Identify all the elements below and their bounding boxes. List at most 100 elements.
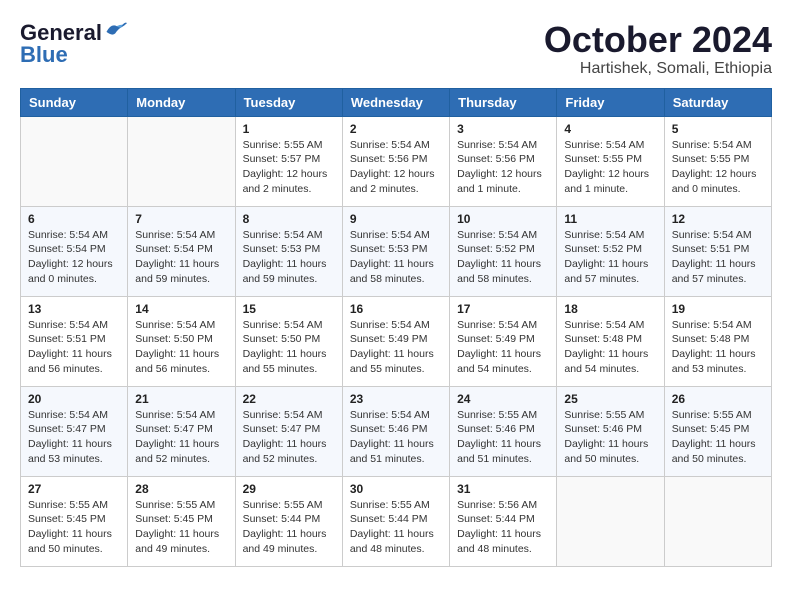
day-info: Sunrise: 5:54 AM Sunset: 5:46 PM Dayligh… <box>350 408 442 467</box>
day-number: 4 <box>564 122 656 136</box>
day-number: 1 <box>243 122 335 136</box>
week-row-5: 27 Sunrise: 5:55 AM Sunset: 5:45 PM Dayli… <box>21 476 772 566</box>
calendar-cell: 29 Sunrise: 5:55 AM Sunset: 5:44 PM Dayli… <box>235 476 342 566</box>
weekday-header-tuesday: Tuesday <box>235 88 342 116</box>
logo-blue-text: Blue <box>20 42 68 68</box>
day-number: 9 <box>350 212 442 226</box>
day-info: Sunrise: 5:54 AM Sunset: 5:48 PM Dayligh… <box>672 318 764 377</box>
day-info: Sunrise: 5:55 AM Sunset: 5:44 PM Dayligh… <box>243 498 335 557</box>
day-number: 7 <box>135 212 227 226</box>
logo: General Blue <box>20 20 127 68</box>
calendar-cell: 10 Sunrise: 5:54 AM Sunset: 5:52 PM Dayli… <box>450 206 557 296</box>
day-info: Sunrise: 5:55 AM Sunset: 5:45 PM Dayligh… <box>28 498 120 557</box>
weekday-header-row: SundayMondayTuesdayWednesdayThursdayFrid… <box>21 88 772 116</box>
calendar-cell: 13 Sunrise: 5:54 AM Sunset: 5:51 PM Dayli… <box>21 296 128 386</box>
calendar-cell: 16 Sunrise: 5:54 AM Sunset: 5:49 PM Dayli… <box>342 296 449 386</box>
calendar-cell: 11 Sunrise: 5:54 AM Sunset: 5:52 PM Dayli… <box>557 206 664 296</box>
day-number: 29 <box>243 482 335 496</box>
calendar-cell: 26 Sunrise: 5:55 AM Sunset: 5:45 PM Dayli… <box>664 386 771 476</box>
weekday-header-thursday: Thursday <box>450 88 557 116</box>
day-number: 12 <box>672 212 764 226</box>
weekday-header-saturday: Saturday <box>664 88 771 116</box>
day-info: Sunrise: 5:54 AM Sunset: 5:56 PM Dayligh… <box>457 138 549 197</box>
page-header: General Blue October 2024 Hartishek, Som… <box>20 20 772 78</box>
day-info: Sunrise: 5:54 AM Sunset: 5:47 PM Dayligh… <box>135 408 227 467</box>
calendar-cell: 18 Sunrise: 5:54 AM Sunset: 5:48 PM Dayli… <box>557 296 664 386</box>
day-number: 3 <box>457 122 549 136</box>
calendar-cell: 31 Sunrise: 5:56 AM Sunset: 5:44 PM Dayli… <box>450 476 557 566</box>
calendar-cell: 28 Sunrise: 5:55 AM Sunset: 5:45 PM Dayli… <box>128 476 235 566</box>
day-info: Sunrise: 5:54 AM Sunset: 5:52 PM Dayligh… <box>457 228 549 287</box>
day-info: Sunrise: 5:54 AM Sunset: 5:52 PM Dayligh… <box>564 228 656 287</box>
calendar-cell <box>128 116 235 206</box>
logo-bird-icon <box>105 20 127 38</box>
day-number: 11 <box>564 212 656 226</box>
day-number: 27 <box>28 482 120 496</box>
day-number: 30 <box>350 482 442 496</box>
day-number: 16 <box>350 302 442 316</box>
week-row-3: 13 Sunrise: 5:54 AM Sunset: 5:51 PM Dayli… <box>21 296 772 386</box>
day-number: 25 <box>564 392 656 406</box>
calendar-cell: 9Sunrise: 5:54 AM Sunset: 5:53 PM Daylig… <box>342 206 449 296</box>
day-info: Sunrise: 5:54 AM Sunset: 5:54 PM Dayligh… <box>135 228 227 287</box>
weekday-header-sunday: Sunday <box>21 88 128 116</box>
day-number: 8 <box>243 212 335 226</box>
day-info: Sunrise: 5:54 AM Sunset: 5:51 PM Dayligh… <box>672 228 764 287</box>
day-number: 6 <box>28 212 120 226</box>
calendar-cell: 24 Sunrise: 5:55 AM Sunset: 5:46 PM Dayli… <box>450 386 557 476</box>
weekday-header-friday: Friday <box>557 88 664 116</box>
day-info: Sunrise: 5:54 AM Sunset: 5:50 PM Dayligh… <box>243 318 335 377</box>
calendar-cell <box>664 476 771 566</box>
calendar-cell: 8 Sunrise: 5:54 AM Sunset: 5:53 PM Daylig… <box>235 206 342 296</box>
calendar-cell: 1 Sunrise: 5:55 AM Sunset: 5:57 PM Daylig… <box>235 116 342 206</box>
calendar-cell: 7 Sunrise: 5:54 AM Sunset: 5:54 PM Daylig… <box>128 206 235 296</box>
day-info: Sunrise: 5:54 AM Sunset: 5:47 PM Dayligh… <box>243 408 335 467</box>
day-info: Sunrise: 5:54 AM Sunset: 5:49 PM Dayligh… <box>350 318 442 377</box>
day-info: Sunrise: 5:54 AM Sunset: 5:49 PM Dayligh… <box>457 318 549 377</box>
day-info: Sunrise: 5:54 AM Sunset: 5:56 PM Dayligh… <box>350 138 442 197</box>
calendar-cell: 27 Sunrise: 5:55 AM Sunset: 5:45 PM Dayli… <box>21 476 128 566</box>
day-number: 23 <box>350 392 442 406</box>
calendar-cell: 22Sunrise: 5:54 AM Sunset: 5:47 PM Dayli… <box>235 386 342 476</box>
calendar-cell: 20Sunrise: 5:54 AM Sunset: 5:47 PM Dayli… <box>21 386 128 476</box>
calendar-cell: 19 Sunrise: 5:54 AM Sunset: 5:48 PM Dayli… <box>664 296 771 386</box>
day-number: 17 <box>457 302 549 316</box>
day-number: 10 <box>457 212 549 226</box>
day-number: 24 <box>457 392 549 406</box>
day-number: 31 <box>457 482 549 496</box>
day-number: 18 <box>564 302 656 316</box>
day-number: 19 <box>672 302 764 316</box>
location: Hartishek, Somali, Ethiopia <box>544 60 772 78</box>
day-number: 13 <box>28 302 120 316</box>
calendar-table: SundayMondayTuesdayWednesdayThursdayFrid… <box>20 88 772 567</box>
day-number: 26 <box>672 392 764 406</box>
calendar-cell: 23 Sunrise: 5:54 AM Sunset: 5:46 PM Dayli… <box>342 386 449 476</box>
day-number: 2 <box>350 122 442 136</box>
day-info: Sunrise: 5:55 AM Sunset: 5:45 PM Dayligh… <box>135 498 227 557</box>
day-number: 5 <box>672 122 764 136</box>
calendar-cell: 17 Sunrise: 5:54 AM Sunset: 5:49 PM Dayli… <box>450 296 557 386</box>
day-info: Sunrise: 5:55 AM Sunset: 5:46 PM Dayligh… <box>564 408 656 467</box>
weekday-header-wednesday: Wednesday <box>342 88 449 116</box>
calendar-cell <box>21 116 128 206</box>
day-info: Sunrise: 5:54 AM Sunset: 5:55 PM Dayligh… <box>564 138 656 197</box>
day-info: Sunrise: 5:54 AM Sunset: 5:51 PM Dayligh… <box>28 318 120 377</box>
day-number: 28 <box>135 482 227 496</box>
day-info: Sunrise: 5:55 AM Sunset: 5:45 PM Dayligh… <box>672 408 764 467</box>
day-info: Sunrise: 5:54 AM Sunset: 5:53 PM Dayligh… <box>243 228 335 287</box>
day-info: Sunrise: 5:55 AM Sunset: 5:46 PM Dayligh… <box>457 408 549 467</box>
day-info: Sunrise: 5:54 AM Sunset: 5:48 PM Dayligh… <box>564 318 656 377</box>
calendar-cell: 15Sunrise: 5:54 AM Sunset: 5:50 PM Dayli… <box>235 296 342 386</box>
week-row-2: 6 Sunrise: 5:54 AM Sunset: 5:54 PM Daylig… <box>21 206 772 296</box>
day-number: 14 <box>135 302 227 316</box>
day-info: Sunrise: 5:54 AM Sunset: 5:54 PM Dayligh… <box>28 228 120 287</box>
calendar-cell: 6 Sunrise: 5:54 AM Sunset: 5:54 PM Daylig… <box>21 206 128 296</box>
calendar-cell: 14Sunrise: 5:54 AM Sunset: 5:50 PM Dayli… <box>128 296 235 386</box>
calendar-cell: 4 Sunrise: 5:54 AM Sunset: 5:55 PM Daylig… <box>557 116 664 206</box>
week-row-4: 20Sunrise: 5:54 AM Sunset: 5:47 PM Dayli… <box>21 386 772 476</box>
title-section: October 2024 Hartishek, Somali, Ethiopia <box>544 20 772 78</box>
calendar-cell: 25 Sunrise: 5:55 AM Sunset: 5:46 PM Dayli… <box>557 386 664 476</box>
day-number: 21 <box>135 392 227 406</box>
day-info: Sunrise: 5:55 AM Sunset: 5:57 PM Dayligh… <box>243 138 335 197</box>
day-info: Sunrise: 5:56 AM Sunset: 5:44 PM Dayligh… <box>457 498 549 557</box>
